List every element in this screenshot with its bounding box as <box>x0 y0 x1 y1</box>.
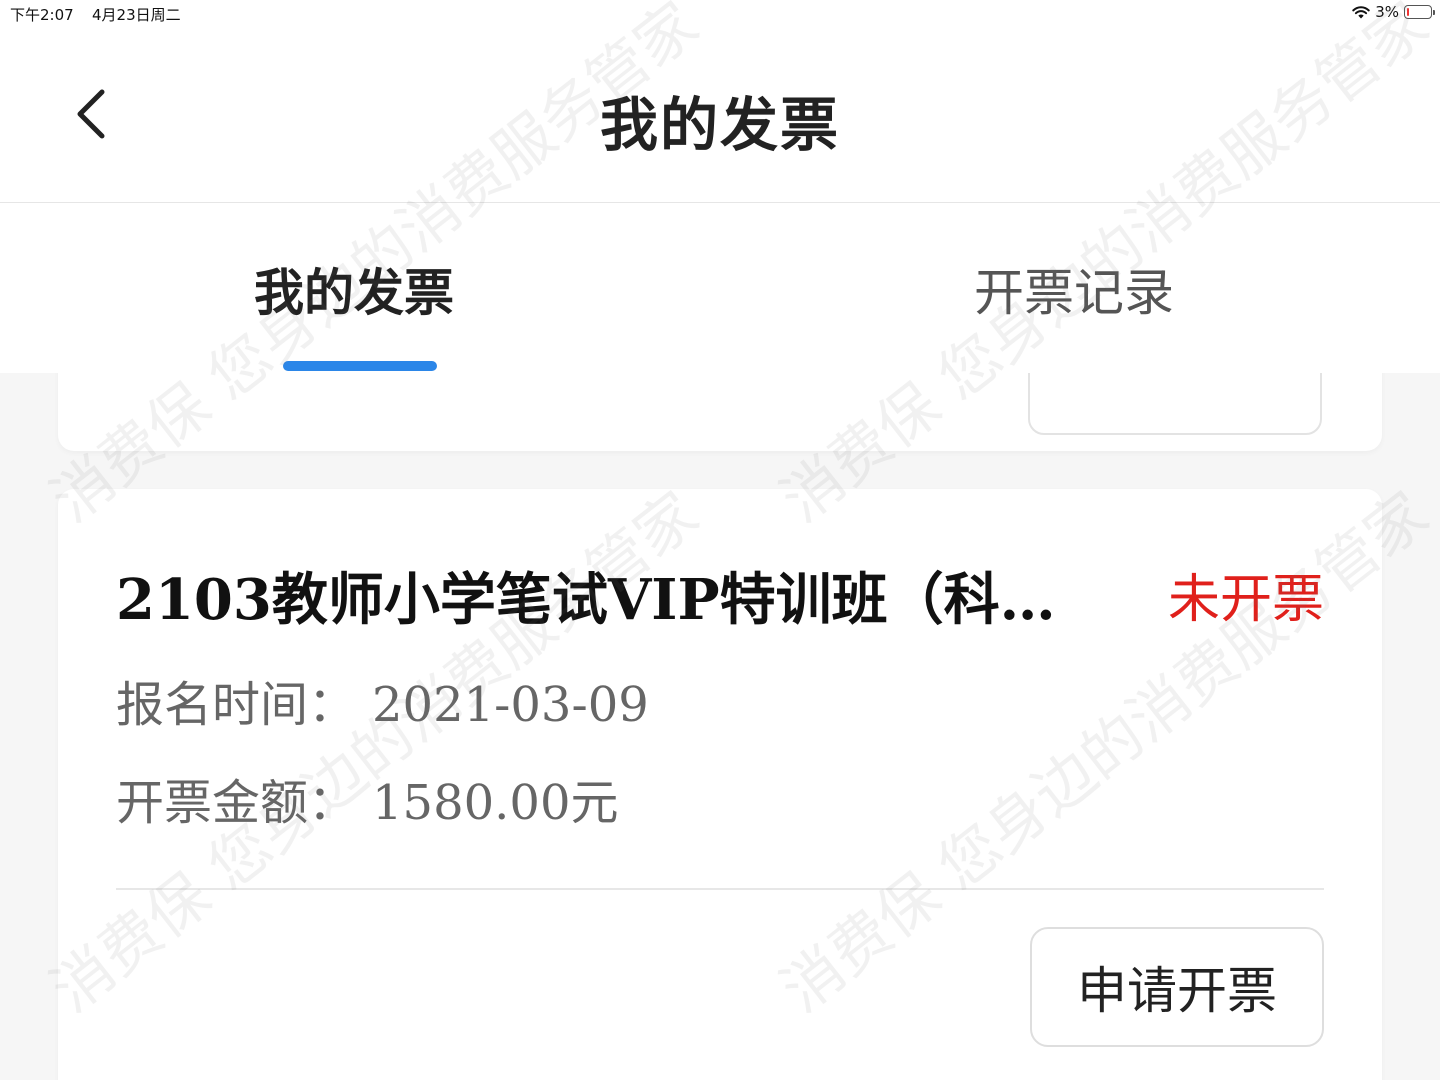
enroll-date-label: 报名时间： <box>116 677 357 733</box>
enroll-date-value: 2021-03-09 <box>372 677 649 733</box>
status-date: 4月23日周二 <box>92 6 181 24</box>
invoice-card: 2103教师小学笔试VIP特训班（科… 未开票 报名时间： 2021-03-09 … <box>58 489 1382 1080</box>
status-indicators: 3% <box>1352 3 1435 21</box>
invoice-amount-value: 1580.00元 <box>372 775 619 831</box>
page-title: 我的发票 <box>599 91 840 159</box>
tab-invoice-records[interactable]: 开票记录 <box>974 253 1174 325</box>
nav-bar: 我的发票 <box>0 28 1440 203</box>
wifi-icon <box>1352 6 1370 19</box>
enroll-date-row: 报名时间： 2021-03-09 <box>116 665 649 735</box>
status-bar: 下午2:07 4月23日周二 3% <box>0 0 1440 28</box>
active-tab-indicator <box>283 361 437 371</box>
course-title: 2103教师小学笔试VIP特训班（科… <box>116 567 1056 633</box>
status-badge: 未开票 <box>1167 570 1324 630</box>
battery-icon <box>1404 5 1435 19</box>
apply-invoice-button-previous[interactable] <box>1028 373 1322 435</box>
invoice-amount-row: 开票金额： 1580.00元 <box>116 763 619 833</box>
apply-invoice-button[interactable]: 申请开票 <box>1030 927 1324 1047</box>
divider <box>116 888 1324 890</box>
tab-bar: 我的发票 开票记录 <box>0 203 1440 373</box>
invoice-list[interactable]: 2103教师小学笔试VIP特训班（科… 未开票 报名时间： 2021-03-09 … <box>0 373 1440 1080</box>
invoice-card-previous <box>58 373 1382 451</box>
status-time: 下午2:07 <box>10 6 74 24</box>
invoice-amount-label: 开票金额： <box>116 775 357 831</box>
battery-percentage: 3% <box>1375 3 1399 21</box>
tab-my-invoices[interactable]: 我的发票 <box>254 253 454 325</box>
